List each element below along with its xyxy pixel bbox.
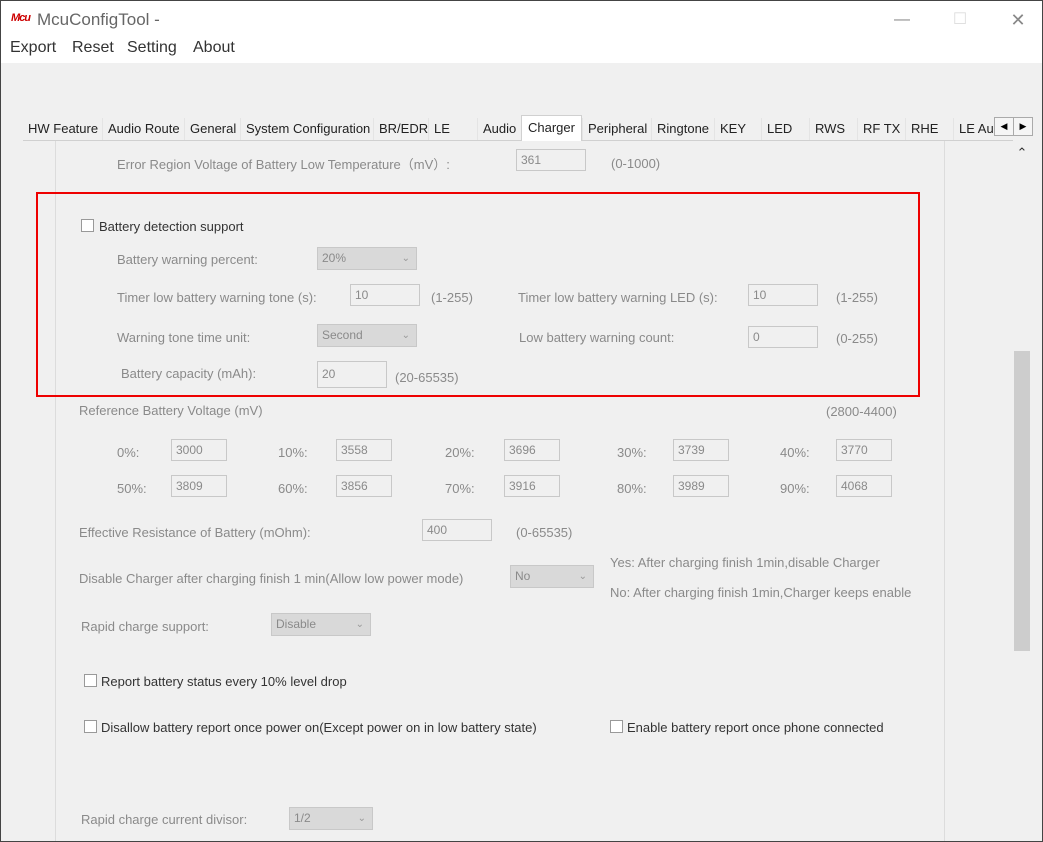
voltage-label-60: 60%: — [278, 481, 308, 496]
title-bar: Mcu McuConfigTool - — ☐ ✕ — [1, 1, 1042, 37]
minimize-button[interactable]: — — [887, 7, 917, 33]
voltage-input-10[interactable]: 3558 — [336, 439, 392, 461]
chevron-down-icon: ⌄ — [355, 619, 364, 630]
tab-rf-tx[interactable]: RF TX — [857, 118, 900, 140]
menu-about[interactable]: About — [193, 39, 235, 57]
rapid-divisor-value: 1/2 — [294, 811, 311, 825]
reference-voltage-range: (2800-4400) — [826, 404, 897, 419]
tab-strip: HW Feature Audio Route General System Co… — [23, 115, 1013, 142]
report-drop-label: Report battery status every 10% level dr… — [101, 674, 347, 689]
voltage-input-50[interactable]: 3809 — [171, 475, 227, 497]
tab-scroll-left-icon[interactable]: ◀ — [994, 117, 1014, 136]
voltage-label-50: 50%: — [117, 481, 147, 496]
voltage-label-70: 70%: — [445, 481, 475, 496]
voltage-label-30: 30%: — [617, 445, 647, 460]
voltage-input-0[interactable]: 3000 — [171, 439, 227, 461]
effective-resistance-range: (0-65535) — [516, 525, 573, 540]
menu-setting[interactable]: Setting — [127, 39, 177, 57]
disable-charger-note-yes: Yes: After charging finish 1min,disable … — [610, 555, 880, 570]
app-window: Mcu McuConfigTool - — ☐ ✕ Export Reset S… — [0, 0, 1043, 842]
disable-charger-value: No — [515, 569, 531, 583]
voltage-input-20[interactable]: 3696 — [504, 439, 560, 461]
disallow-report-label: Disallow battery report once power on(Ex… — [101, 720, 537, 735]
error-region-label: Error Region Voltage of Battery Low Temp… — [117, 157, 450, 172]
reference-voltage-label: Reference Battery Voltage (mV) — [79, 403, 263, 418]
disable-charger-note-no: No: After charging finish 1min,Charger k… — [610, 585, 912, 600]
rapid-divisor-label: Rapid charge current divisor: — [81, 812, 248, 827]
tab-key[interactable]: KEY — [714, 118, 746, 140]
tab-led[interactable]: LED — [761, 118, 792, 140]
tab-rws[interactable]: RWS — [809, 118, 845, 140]
rapid-divisor-select[interactable]: 1/2 ⌄ — [289, 807, 373, 830]
app-logo-icon: Mcu — [11, 12, 31, 24]
highlight-box — [36, 192, 920, 397]
error-region-input[interactable]: 361 — [516, 149, 586, 171]
tab-le-audio[interactable]: LE Au( — [953, 118, 997, 140]
scroll-up-icon[interactable]: ⌃ — [1014, 145, 1030, 161]
chevron-down-icon: ⌄ — [578, 571, 587, 582]
rapid-charge-label: Rapid charge support: — [81, 619, 209, 634]
tab-rhe[interactable]: RHE — [905, 118, 938, 140]
chevron-down-icon: ⌄ — [357, 813, 366, 824]
disable-charger-select[interactable]: No ⌄ — [510, 565, 594, 588]
maximize-button[interactable]: ☐ — [945, 7, 975, 33]
menu-reset[interactable]: Reset — [72, 39, 114, 57]
tab-audio[interactable]: Audio — [477, 118, 516, 140]
voltage-label-80: 80%: — [617, 481, 647, 496]
voltage-label-0: 0%: — [117, 445, 140, 460]
tab-le[interactable]: LE — [428, 118, 450, 140]
menu-export[interactable]: Export — [10, 39, 56, 57]
tab-peripheral[interactable]: Peripheral — [582, 118, 647, 140]
voltage-input-80[interactable]: 3989 — [673, 475, 729, 497]
tab-hw-feature[interactable]: HW Feature — [23, 118, 98, 140]
enable-report-checkbox[interactable] — [610, 720, 623, 733]
tab-scroll-right-icon[interactable]: ▶ — [1013, 117, 1033, 136]
voltage-input-90[interactable]: 4068 — [836, 475, 892, 497]
rapid-charge-select[interactable]: Disable ⌄ — [271, 613, 371, 636]
effective-resistance-input[interactable]: 400 — [422, 519, 492, 541]
tab-br-edr[interactable]: BR/EDR — [373, 118, 428, 140]
voltage-input-30[interactable]: 3739 — [673, 439, 729, 461]
tab-ringtone[interactable]: Ringtone — [651, 118, 709, 140]
tab-system-configuration[interactable]: System Configuration — [240, 118, 370, 140]
voltage-label-20: 20%: — [445, 445, 475, 460]
voltage-input-60[interactable]: 3856 — [336, 475, 392, 497]
disable-charger-label: Disable Charger after charging finish 1 … — [79, 571, 464, 586]
voltage-input-40[interactable]: 3770 — [836, 439, 892, 461]
report-drop-checkbox[interactable] — [84, 674, 97, 687]
tab-charger[interactable]: Charger — [521, 115, 582, 142]
rapid-charge-value: Disable — [276, 617, 317, 631]
error-region-range: (0-1000) — [611, 156, 661, 171]
tab-audio-route[interactable]: Audio Route — [102, 118, 180, 140]
close-button[interactable]: ✕ — [1003, 7, 1033, 33]
voltage-label-40: 40%: — [780, 445, 810, 460]
tab-general[interactable]: General — [184, 118, 236, 140]
scrollbar-thumb[interactable] — [1014, 351, 1030, 651]
voltage-input-70[interactable]: 3916 — [504, 475, 560, 497]
disallow-report-checkbox[interactable] — [84, 720, 97, 733]
voltage-label-90: 90%: — [780, 481, 810, 496]
window-title: McuConfigTool - — [37, 10, 160, 29]
effective-resistance-label: Effective Resistance of Battery (mOhm): — [79, 525, 311, 540]
enable-report-label: Enable battery report once phone connect… — [627, 720, 884, 735]
voltage-label-10: 10%: — [278, 445, 308, 460]
